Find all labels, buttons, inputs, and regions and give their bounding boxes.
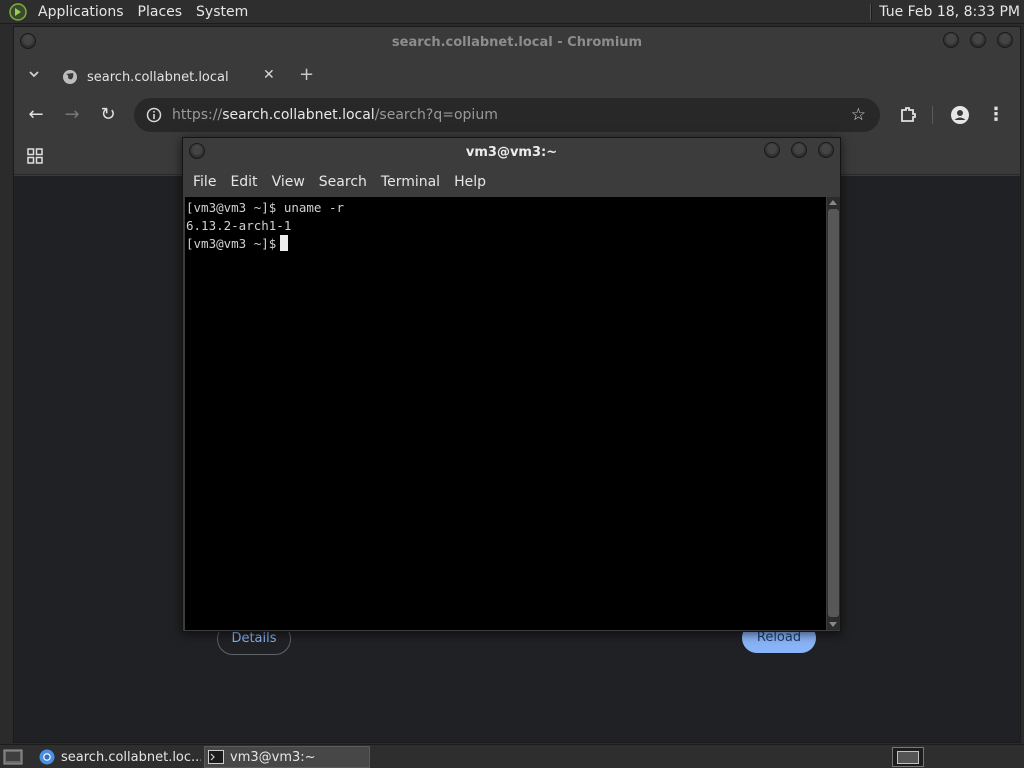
- menu-edit[interactable]: Edit: [223, 174, 264, 190]
- workspace-window-thumb: [897, 751, 919, 764]
- chevron-down-icon: [29, 71, 39, 78]
- bookmark-star-icon[interactable]: ☆: [851, 105, 866, 125]
- top-menu: Applications Places System: [31, 0, 255, 24]
- tab-close-icon[interactable]: ✕: [263, 67, 275, 83]
- terminal-screen[interactable]: [vm3@vm3 ~]$ uname -r 6.13.2-arch1-1 [vm…: [185, 197, 826, 630]
- close-button[interactable]: [818, 142, 834, 158]
- chromium-window-title: search.collabnet.local - Chromium: [391, 35, 643, 50]
- close-button[interactable]: [997, 32, 1013, 48]
- tab-title: search.collabnet.local: [87, 70, 229, 85]
- maximize-button[interactable]: [970, 32, 986, 48]
- new-tab-button[interactable]: +: [299, 64, 314, 85]
- terminal-prompt-line: [vm3@vm3 ~]$: [186, 235, 826, 253]
- reload-icon[interactable]: ↻: [98, 105, 118, 125]
- places-menu[interactable]: Places: [131, 0, 190, 24]
- menu-file[interactable]: File: [186, 174, 223, 190]
- url-text[interactable]: https://search.collabnet.local/search?q=…: [172, 107, 498, 123]
- text-cursor: [280, 235, 289, 251]
- show-desktop-icon[interactable]: [3, 749, 23, 765]
- globe-icon: [63, 70, 77, 84]
- clock[interactable]: Tue Feb 18, 8:33 PM: [879, 4, 1020, 20]
- taskbar-item-terminal[interactable]: vm3@vm3:~: [204, 746, 370, 768]
- url-scheme: https://: [172, 107, 223, 123]
- profile-icon[interactable]: [950, 105, 970, 125]
- terminal-line: [vm3@vm3 ~]$ uname -r: [186, 200, 345, 215]
- back-icon[interactable]: ←: [26, 105, 46, 125]
- workspace-switcher[interactable]: [892, 747, 924, 767]
- address-bar[interactable]: https://search.collabnet.local/search?q=…: [134, 98, 880, 132]
- chromium-toolbar: ← → ↻ https://search.collabnet.local/sea…: [14, 93, 1020, 137]
- forward-icon[interactable]: →: [62, 105, 82, 125]
- chromium-titlebar[interactable]: search.collabnet.local - Chromium: [14, 27, 1020, 57]
- terminal-line: 6.13.2-arch1-1: [186, 218, 292, 233]
- menu-search[interactable]: Search: [312, 174, 374, 190]
- taskbar-item-label: search.collabnet.loc...: [61, 749, 201, 765]
- url-host: search.collabnet.local: [222, 107, 375, 123]
- terminal-menubar: File Edit View Search Terminal Help: [183, 167, 840, 197]
- tab-strip: search.collabnet.local ✕ +: [14, 57, 1020, 93]
- tab-active[interactable]: search.collabnet.local ✕: [48, 59, 290, 93]
- bottom-panel: search.collabnet.loc... vm3@vm3:~: [0, 744, 1024, 768]
- clock-area: Tue Feb 18, 8:33 PM: [870, 0, 1020, 24]
- terminal-titlebar[interactable]: vm3@vm3:~: [183, 138, 840, 167]
- menu-terminal[interactable]: Terminal: [374, 174, 447, 190]
- terminal-window: vm3@vm3:~ File Edit View Search Terminal…: [182, 137, 841, 632]
- taskbar-item-chromium[interactable]: search.collabnet.loc...: [36, 746, 201, 768]
- url-path: /search?q=opium: [374, 107, 498, 123]
- taskbar-item-label: vm3@vm3:~: [230, 749, 316, 765]
- distro-logo-icon[interactable]: [9, 2, 27, 21]
- system-menu[interactable]: System: [189, 0, 255, 24]
- tab-search-button[interactable]: [26, 66, 42, 82]
- menu-view[interactable]: View: [265, 174, 312, 190]
- menu-help[interactable]: Help: [447, 174, 493, 190]
- minimize-button[interactable]: [764, 142, 780, 158]
- scrollbar-thumb[interactable]: [828, 209, 839, 617]
- scroll-up-arrow-icon[interactable]: [829, 200, 837, 205]
- apps-grid-icon[interactable]: [27, 148, 43, 164]
- terminal-scrollbar[interactable]: [827, 197, 840, 630]
- maximize-button[interactable]: [791, 142, 807, 158]
- chromium-icon: [39, 749, 55, 765]
- chrome-menu-icon[interactable]: ⋮: [986, 105, 1006, 125]
- minimize-button[interactable]: [943, 32, 959, 48]
- applications-menu[interactable]: Applications: [31, 0, 131, 24]
- toolbar-separator: [932, 106, 933, 124]
- site-info-icon[interactable]: [146, 107, 162, 123]
- extensions-icon[interactable]: [898, 105, 918, 125]
- scroll-down-arrow-icon[interactable]: [829, 622, 837, 627]
- terminal-icon: [208, 750, 224, 764]
- terminal-window-title: vm3@vm3:~: [465, 145, 558, 160]
- panel-separator: [870, 4, 873, 20]
- terminal-prompt: [vm3@vm3 ~]$: [186, 236, 277, 251]
- top-panel: Applications Places System Tue Feb 18, 8…: [0, 0, 1024, 24]
